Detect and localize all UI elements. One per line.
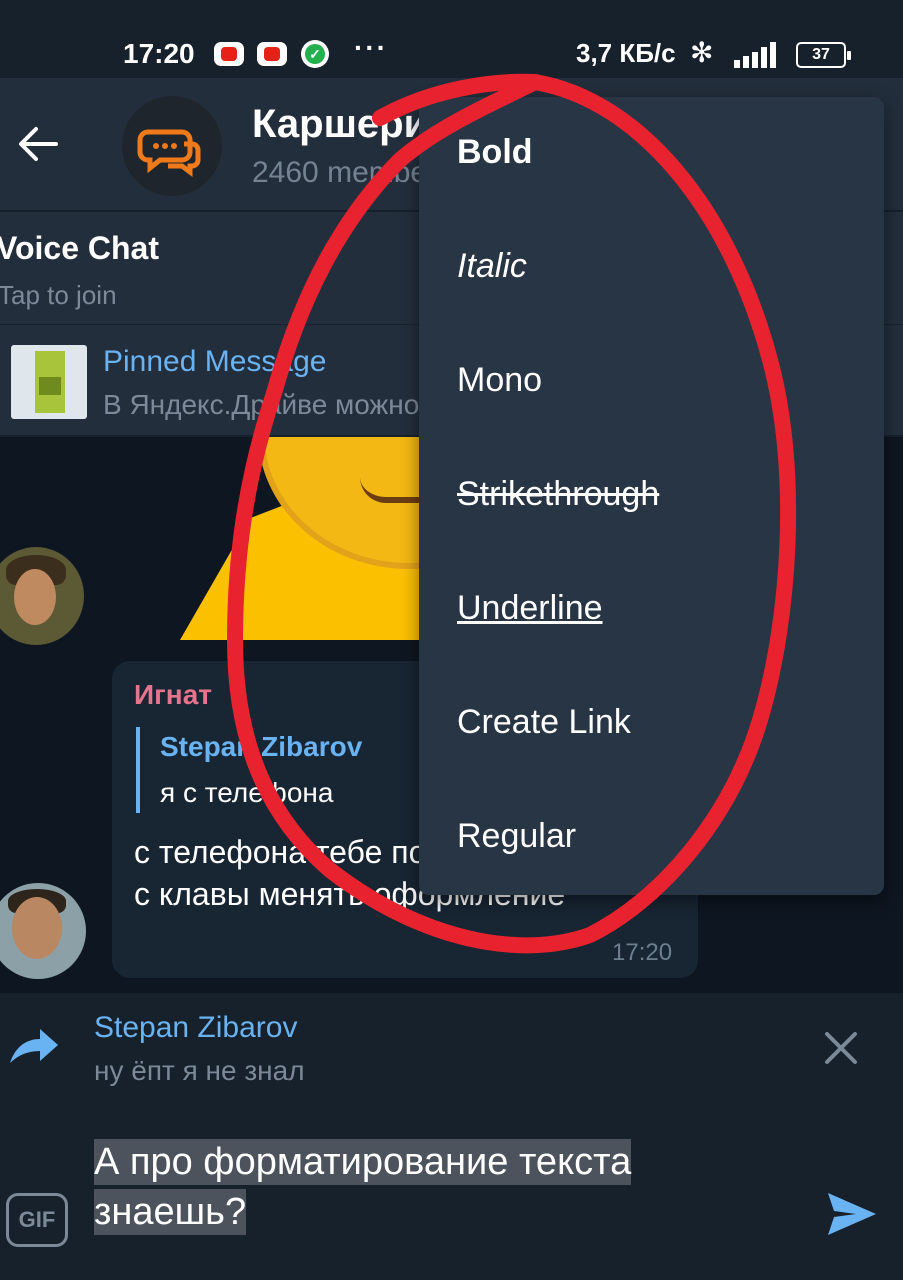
format-menu: Bold Italic Mono Strikethrough Underline… (419, 97, 884, 895)
gif-button[interactable]: GIF (6, 1193, 68, 1247)
message-input[interactable]: А про форматирование текста знаешь? (94, 1137, 784, 1237)
reply-arrow-icon (10, 1029, 58, 1063)
menu-item-create-link[interactable]: Create Link (419, 667, 884, 781)
reply-quote-name[interactable]: Stepan Zibarov (160, 731, 362, 763)
reply-quote-bar (136, 727, 140, 813)
menu-item-regular[interactable]: Regular (419, 781, 884, 895)
pinned-text: В Яндекс.Драйве можно (103, 389, 420, 420)
reply-bar: Stepan Zibarov ну ёпт я не знал (0, 993, 903, 1105)
close-icon[interactable] (822, 1029, 860, 1067)
pinned-thumbnail (11, 345, 87, 419)
chat-bubbles-icon (137, 129, 201, 177)
voice-chat-subtitle: Tap to join (0, 280, 117, 310)
back-arrow-icon[interactable] (18, 126, 58, 162)
menu-item-italic[interactable]: Italic (419, 211, 884, 325)
menu-item-bold[interactable]: Bold (419, 97, 884, 211)
youtube-icon (257, 42, 287, 66)
input-bar: GIF А про форматирование текста знаешь? (0, 1107, 903, 1280)
pinned-title: Pinned Message (103, 345, 327, 378)
battery-indicator: 37 (796, 42, 851, 68)
status-bar: 17:20 ✓ ··· 3,7 КБ/с ✻ 37 (0, 0, 903, 78)
reply-name: Stepan Zibarov (94, 1011, 298, 1044)
network-speed: 3,7 КБ/с (576, 38, 676, 68)
menu-item-underline[interactable]: Underline (419, 553, 884, 667)
avatar[interactable] (0, 547, 84, 645)
check-app-icon: ✓ (301, 40, 329, 68)
chat-avatar[interactable] (122, 96, 222, 196)
menu-item-mono[interactable]: Mono (419, 325, 884, 439)
status-time: 17:20 (123, 38, 195, 69)
reply-quote-text[interactable]: я с телефона (160, 777, 333, 809)
menu-item-strikethrough[interactable]: Strikethrough (419, 439, 884, 553)
more-notifications-icon: ··· (354, 32, 388, 63)
bluetooth-icon: ✻ (690, 37, 714, 68)
send-icon[interactable] (826, 1189, 878, 1239)
signal-icon (734, 40, 784, 68)
message-time: 17:20 (612, 939, 673, 966)
reply-text: ну ёпт я не знал (94, 1055, 305, 1086)
voice-chat-title: Voice Chat (0, 230, 159, 266)
avatar[interactable] (0, 883, 86, 979)
message-sender[interactable]: Игнат (134, 679, 212, 711)
youtube-icon (214, 42, 244, 66)
selected-text[interactable]: А про форматирование текста знаешь? (94, 1139, 632, 1235)
